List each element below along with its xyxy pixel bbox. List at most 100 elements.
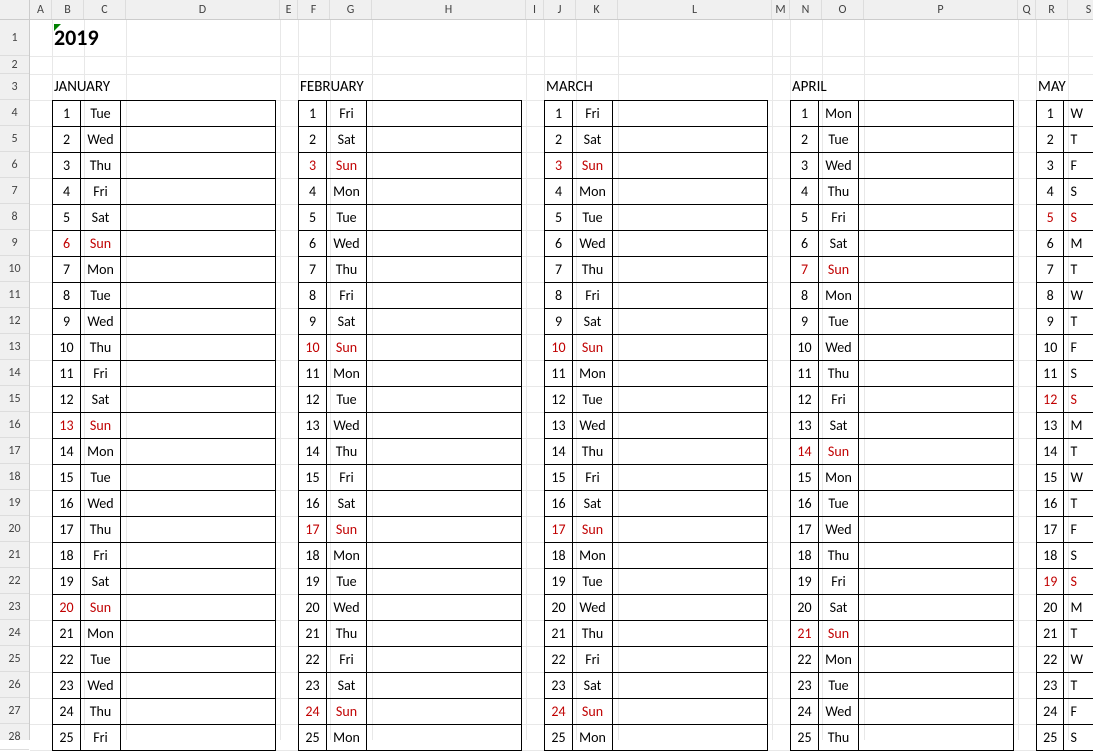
calendar-day-row[interactable]: 12Sat <box>53 387 275 413</box>
column-header[interactable]: Q <box>1018 0 1036 19</box>
day-number[interactable]: 5 <box>53 205 81 230</box>
day-name[interactable]: Sat <box>327 673 367 698</box>
day-name[interactable]: Sun <box>327 517 367 542</box>
calendar-day-row[interactable]: 6Wed <box>545 231 767 257</box>
calendar-day-row[interactable]: 22Fri <box>545 647 767 673</box>
day-number[interactable]: 8 <box>299 283 327 308</box>
calendar-day-row[interactable]: 5Sat <box>53 205 275 231</box>
calendar-day-row[interactable]: 5Tue <box>299 205 521 231</box>
day-number[interactable]: 15 <box>791 465 819 490</box>
day-name[interactable]: Tue <box>573 569 613 594</box>
row-header[interactable]: 4 <box>0 100 29 126</box>
day-number[interactable]: 20 <box>53 595 81 620</box>
day-note[interactable] <box>367 101 521 126</box>
row-header[interactable]: 7 <box>0 178 29 204</box>
day-note[interactable] <box>121 361 275 386</box>
day-number[interactable]: 8 <box>1037 283 1064 308</box>
day-name[interactable]: Sat <box>81 205 121 230</box>
calendar-day-row[interactable]: 7Thu <box>545 257 767 283</box>
day-note[interactable] <box>121 205 275 230</box>
calendar-day-row[interactable]: 11Mon <box>299 361 521 387</box>
calendar-day-row[interactable]: 9Sat <box>299 309 521 335</box>
day-number[interactable]: 14 <box>299 439 327 464</box>
row-header[interactable]: 1 <box>0 20 29 56</box>
day-name[interactable]: Wed <box>327 231 367 256</box>
day-name[interactable]: Fri <box>327 647 367 672</box>
day-note[interactable] <box>613 621 767 646</box>
day-number[interactable]: 6 <box>545 231 573 256</box>
calendar-day-row[interactable]: 13Sun <box>53 413 275 439</box>
day-name[interactable]: Wed <box>81 491 121 516</box>
calendar-day-row[interactable]: 23Sat <box>545 673 767 699</box>
day-number[interactable]: 2 <box>791 127 819 152</box>
day-number[interactable]: 16 <box>299 491 327 516</box>
row-header[interactable]: 12 <box>0 308 29 334</box>
calendar-day-row[interactable]: 1W <box>1037 101 1093 127</box>
day-name[interactable]: Fri <box>327 101 367 126</box>
calendar-day-row[interactable]: 6M <box>1037 231 1093 257</box>
row-header[interactable]: 27 <box>0 698 29 724</box>
calendar-day-row[interactable]: 3F <box>1037 153 1093 179</box>
day-note[interactable] <box>613 673 767 698</box>
day-note[interactable] <box>367 439 521 464</box>
column-header[interactable]: N <box>790 0 822 19</box>
day-note[interactable] <box>859 465 1013 490</box>
day-number[interactable]: 25 <box>1037 725 1064 750</box>
day-note[interactable] <box>367 257 521 282</box>
day-name[interactable]: F <box>1064 517 1093 542</box>
day-name[interactable]: Thu <box>81 153 121 178</box>
day-number[interactable]: 3 <box>53 153 81 178</box>
day-name[interactable]: Sun <box>81 595 121 620</box>
calendar-day-row[interactable]: 11Thu <box>791 361 1013 387</box>
day-number[interactable]: 12 <box>545 387 573 412</box>
day-note[interactable] <box>121 153 275 178</box>
calendar-day-row[interactable]: 24F <box>1037 699 1093 725</box>
day-note[interactable] <box>859 543 1013 568</box>
day-number[interactable]: 20 <box>545 595 573 620</box>
day-number[interactable]: 25 <box>53 725 81 750</box>
calendar-day-row[interactable]: 6Sun <box>53 231 275 257</box>
day-name[interactable]: Wed <box>819 517 859 542</box>
calendar-day-row[interactable]: 10Sun <box>299 335 521 361</box>
day-note[interactable] <box>859 595 1013 620</box>
day-name[interactable]: S <box>1064 387 1093 412</box>
calendar-day-row[interactable]: 4Fri <box>53 179 275 205</box>
calendar-day-row[interactable]: 12Fri <box>791 387 1013 413</box>
day-number[interactable]: 4 <box>545 179 573 204</box>
day-number[interactable]: 19 <box>791 569 819 594</box>
calendar-day-row[interactable]: 10Thu <box>53 335 275 361</box>
day-number[interactable]: 24 <box>791 699 819 724</box>
day-name[interactable]: Thu <box>573 439 613 464</box>
day-name[interactable]: Sun <box>573 335 613 360</box>
day-note[interactable] <box>367 127 521 152</box>
day-name[interactable]: Tue <box>81 283 121 308</box>
day-number[interactable]: 5 <box>1037 205 1064 230</box>
calendar-day-row[interactable]: 16Sat <box>545 491 767 517</box>
row-header[interactable]: 22 <box>0 568 29 594</box>
day-note[interactable] <box>613 595 767 620</box>
calendar-day-row[interactable]: 24Sun <box>299 699 521 725</box>
calendar-day-row[interactable]: 2Sat <box>299 127 521 153</box>
calendar-day-row[interactable]: 17F <box>1037 517 1093 543</box>
day-note[interactable] <box>121 283 275 308</box>
day-name[interactable]: T <box>1064 439 1093 464</box>
month-name[interactable]: JANUARY <box>52 74 276 100</box>
calendar-day-row[interactable]: 7Mon <box>53 257 275 283</box>
day-number[interactable]: 11 <box>299 361 327 386</box>
calendar-day-row[interactable]: 11Fri <box>53 361 275 387</box>
calendar-day-row[interactable]: 8Fri <box>299 283 521 309</box>
day-name[interactable]: Tue <box>819 127 859 152</box>
day-name[interactable]: Mon <box>819 283 859 308</box>
row-header[interactable]: 17 <box>0 438 29 464</box>
calendar-day-row[interactable]: 1Mon <box>791 101 1013 127</box>
day-name[interactable]: Thu <box>327 257 367 282</box>
day-name[interactable]: Thu <box>819 543 859 568</box>
day-name[interactable]: Sun <box>81 231 121 256</box>
day-number[interactable]: 9 <box>53 309 81 334</box>
day-number[interactable]: 17 <box>791 517 819 542</box>
day-note[interactable] <box>613 491 767 516</box>
day-name[interactable]: Sun <box>573 517 613 542</box>
row-header[interactable]: 25 <box>0 646 29 672</box>
row-header[interactable]: 3 <box>0 74 29 100</box>
day-number[interactable]: 13 <box>1037 413 1064 438</box>
